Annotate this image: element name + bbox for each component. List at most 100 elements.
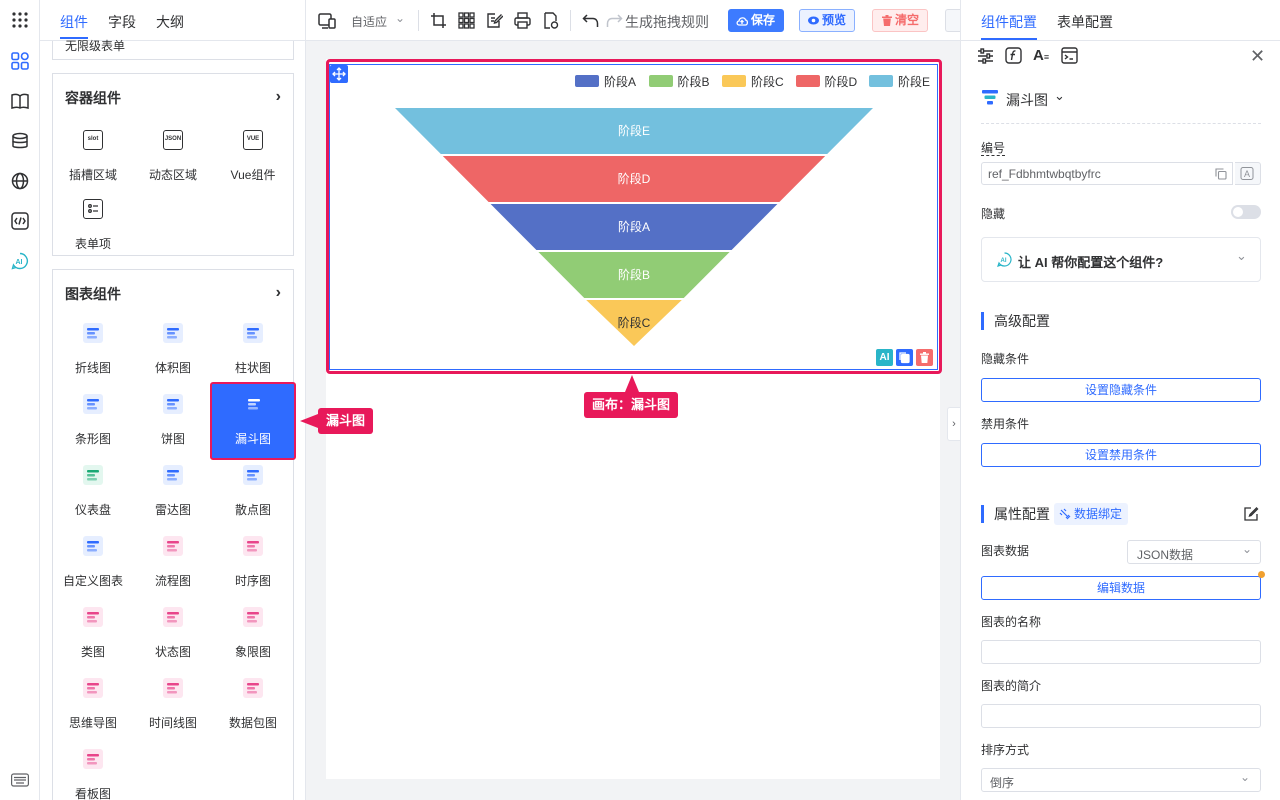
- redo-icon[interactable]: [606, 12, 623, 29]
- database-icon[interactable]: [10, 131, 30, 151]
- select-value: JSON数据: [1137, 548, 1194, 562]
- font-icon[interactable]: A: [1235, 162, 1261, 185]
- component-slot[interactable]: slot 插槽区域: [53, 118, 133, 188]
- set-disable-condition-button[interactable]: 设置禁用条件: [981, 443, 1261, 467]
- component-pie-chart[interactable]: 饼图: [133, 382, 213, 452]
- edit-doc-icon[interactable]: [486, 12, 504, 29]
- chart-name-label: 图表的名称: [981, 615, 1042, 629]
- undo-icon[interactable]: [582, 12, 599, 29]
- edit-icon[interactable]: [1244, 506, 1259, 524]
- chart-name-input[interactable]: [981, 640, 1261, 664]
- print-icon[interactable]: [514, 12, 531, 29]
- component-funnel-chart[interactable]: 漏斗图: [210, 382, 296, 460]
- sliders-icon[interactable]: [977, 48, 994, 67]
- copy-icon[interactable]: [1215, 168, 1227, 180]
- chevron-right-icon[interactable]: ›: [276, 88, 281, 106]
- tab-components[interactable]: 组件: [60, 12, 88, 32]
- ai-assist-collapse[interactable]: AI 让 AI 帮你配置这个组件? ⌄: [981, 237, 1261, 282]
- function-icon[interactable]: [1005, 47, 1022, 67]
- components-icon[interactable]: [10, 51, 30, 71]
- pie-chart-icon: [163, 394, 183, 414]
- close-icon[interactable]: ✕: [1250, 46, 1265, 67]
- copy-icon[interactable]: [896, 349, 913, 366]
- edit-data-button[interactable]: 编辑数据: [981, 576, 1261, 600]
- component-horizontal-bar-chart[interactable]: 条形图: [53, 382, 133, 452]
- chart-data-select[interactable]: JSON数据 ⌄: [1127, 540, 1261, 564]
- id-input[interactable]: ref_Fdbhmtwbqtbyfrc: [981, 162, 1233, 185]
- legend-item[interactable]: 阶段A: [575, 73, 636, 89]
- device-layout-icon[interactable]: [318, 12, 336, 29]
- chevron-down-icon[interactable]: ⌄: [1054, 88, 1065, 104]
- svg-text:AI: AI: [16, 259, 23, 266]
- component-type-select[interactable]: 漏斗图: [1006, 90, 1048, 110]
- chevron-down-icon: ⌄: [1242, 542, 1253, 556]
- book-icon[interactable]: [10, 91, 30, 111]
- component-custom-chart[interactable]: 自定义图表: [53, 524, 133, 594]
- code-icon[interactable]: [10, 211, 30, 231]
- save-button[interactable]: 保存: [728, 9, 785, 32]
- form-item-icon: [83, 199, 103, 219]
- component-bar-chart[interactable]: 柱状图: [213, 311, 293, 381]
- item-label: 折线图: [74, 361, 111, 375]
- component-class-diagram[interactable]: 类图: [53, 595, 133, 665]
- crop-icon[interactable]: [430, 12, 447, 29]
- globe-icon[interactable]: [10, 171, 30, 191]
- component-timeline[interactable]: 时间线图: [133, 666, 213, 736]
- text-style-icon[interactable]: A≡: [1033, 47, 1049, 64]
- component-radar-chart[interactable]: 雷达图: [133, 453, 213, 523]
- chevron-down-icon[interactable]: ⌄: [395, 11, 405, 25]
- ai-tool-button[interactable]: AI: [876, 349, 893, 366]
- json-doc-icon[interactable]: [542, 12, 559, 29]
- component-mindmap[interactable]: 思维导图: [53, 666, 133, 736]
- save-label: 保存: [751, 13, 776, 27]
- legend-item[interactable]: 阶段B: [648, 73, 710, 89]
- component-sequence-diagram[interactable]: 时序图: [213, 524, 293, 594]
- component-quadrant-chart[interactable]: 象限图: [213, 595, 293, 665]
- generate-drag-rule-button[interactable]: 生成拖拽规则: [625, 12, 709, 32]
- component-line-chart[interactable]: 折线图: [53, 311, 133, 381]
- component-dynamic[interactable]: JSON 动态区域: [133, 118, 213, 188]
- hide-toggle[interactable]: [1231, 205, 1261, 219]
- layout-select[interactable]: 自适应: [351, 13, 387, 30]
- vue-icon: VUE: [243, 130, 263, 150]
- data-binding-button[interactable]: 数据绑定: [1054, 503, 1129, 525]
- hide-condition-label: 隐藏条件: [981, 352, 1030, 366]
- tab-outline[interactable]: 大纲: [156, 12, 184, 32]
- list-item[interactable]: 无限级表单: [65, 37, 125, 54]
- tab-component-config[interactable]: 组件配置: [981, 12, 1037, 32]
- legend-item[interactable]: 阶段D: [795, 73, 857, 89]
- apps-grid-icon[interactable]: [10, 10, 30, 30]
- chevron-right-icon[interactable]: ›: [276, 284, 281, 302]
- item-label: 条形图: [74, 432, 111, 446]
- terminal-icon[interactable]: [1061, 47, 1078, 67]
- keyboard-icon[interactable]: [10, 770, 30, 790]
- delete-icon[interactable]: [916, 349, 933, 366]
- sort-select[interactable]: 倒序 ⌄: [981, 768, 1261, 792]
- legend-item[interactable]: 阶段E: [869, 73, 930, 89]
- component-area-chart[interactable]: 体积图: [133, 311, 213, 381]
- overflow-button[interactable]: [945, 9, 960, 32]
- component-state-diagram[interactable]: 状态图: [133, 595, 213, 665]
- component-form-item[interactable]: 表单项: [53, 187, 133, 257]
- tab-form-config[interactable]: 表单配置: [1057, 12, 1113, 32]
- tab-fields[interactable]: 字段: [108, 12, 136, 32]
- grid-icon[interactable]: [458, 12, 475, 29]
- component-packet-diagram[interactable]: 数据包图: [213, 666, 293, 736]
- component-scatter-chart[interactable]: 散点图: [213, 453, 293, 523]
- collapse-right-panel-button[interactable]: ›: [947, 407, 960, 441]
- component-vue[interactable]: VUE Vue组件: [213, 118, 293, 188]
- data-binding-label: 数据绑定: [1074, 507, 1123, 521]
- legend-item[interactable]: 阶段C: [722, 73, 784, 89]
- component-flowchart[interactable]: 流程图: [133, 524, 213, 594]
- preview-button[interactable]: 预览: [799, 9, 856, 32]
- funnel-chart[interactable]: 阶段E 阶段D 阶段A 阶段B 阶段C: [329, 64, 938, 370]
- ai-icon[interactable]: AI: [10, 251, 30, 271]
- chart-desc-input[interactable]: [981, 704, 1261, 728]
- drag-move-handle[interactable]: [330, 65, 348, 83]
- set-hide-condition-button[interactable]: 设置隐藏条件: [981, 378, 1261, 402]
- component-gauge[interactable]: 仪表盘: [53, 453, 133, 523]
- clear-button[interactable]: 清空: [872, 9, 929, 32]
- item-label: 仪表盘: [74, 503, 111, 517]
- component-kanban[interactable]: 看板图: [53, 737, 133, 800]
- funnel-segment-label: 阶段A: [618, 219, 650, 234]
